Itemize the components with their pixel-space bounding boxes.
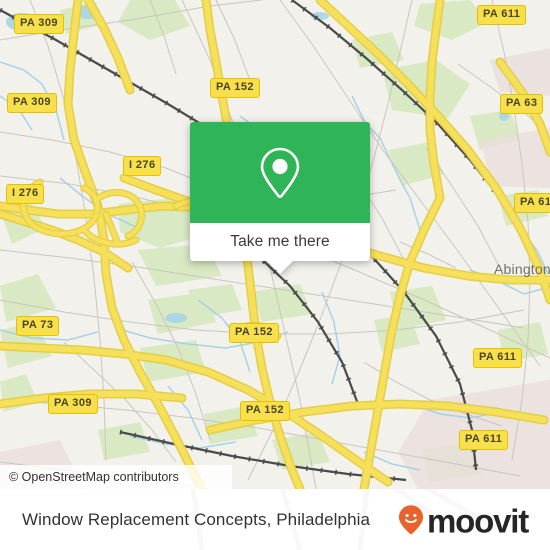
popup-tail (267, 261, 293, 274)
road-shield: PA 611 (473, 348, 523, 368)
osm-attribution[interactable]: © OpenStreetMap contributors (0, 465, 232, 489)
place-label-abington: Abington (494, 261, 550, 277)
map-canvas[interactable]: PA 309 PA 152 PA 611 PA 63 PA 309 I 276 … (0, 0, 550, 489)
road-shield: PA 611 (459, 430, 509, 450)
location-popup-card[interactable]: Take me there (190, 122, 370, 274)
road-shield: PA 152 (240, 401, 290, 421)
footer-bar: Window Replacement Concepts, Philadelphi… (0, 489, 550, 550)
moovit-logo[interactable]: moovit (398, 502, 529, 539)
road-shield: PA 611 (514, 193, 550, 213)
road-shield: PA 309 (14, 14, 64, 34)
road-shield: PA 309 (48, 394, 98, 414)
take-me-there-label: Take me there (230, 233, 330, 250)
moovit-pin-smiley-icon (398, 505, 424, 535)
osm-attribution-text: © OpenStreetMap contributors (9, 470, 179, 484)
map-pin-icon (260, 147, 300, 198)
map-screenshot: PA 309 PA 152 PA 611 PA 63 PA 309 I 276 … (0, 0, 550, 550)
page-title: Window Replacement Concepts, Philadelphi… (22, 509, 371, 529)
road-shield: PA 73 (16, 316, 60, 336)
road-shield: PA 152 (229, 323, 279, 343)
popup-marker-area (190, 122, 370, 223)
popup-action-bar[interactable]: Take me there (190, 223, 370, 274)
road-shield: I 276 (6, 184, 45, 204)
road-shield: PA 309 (7, 93, 57, 113)
road-shield: PA 611 (477, 5, 527, 25)
road-shield: PA 152 (210, 78, 260, 98)
moovit-wordmark: moovit (427, 502, 529, 539)
road-shield: I 276 (123, 156, 162, 176)
road-shield: PA 63 (500, 94, 544, 114)
